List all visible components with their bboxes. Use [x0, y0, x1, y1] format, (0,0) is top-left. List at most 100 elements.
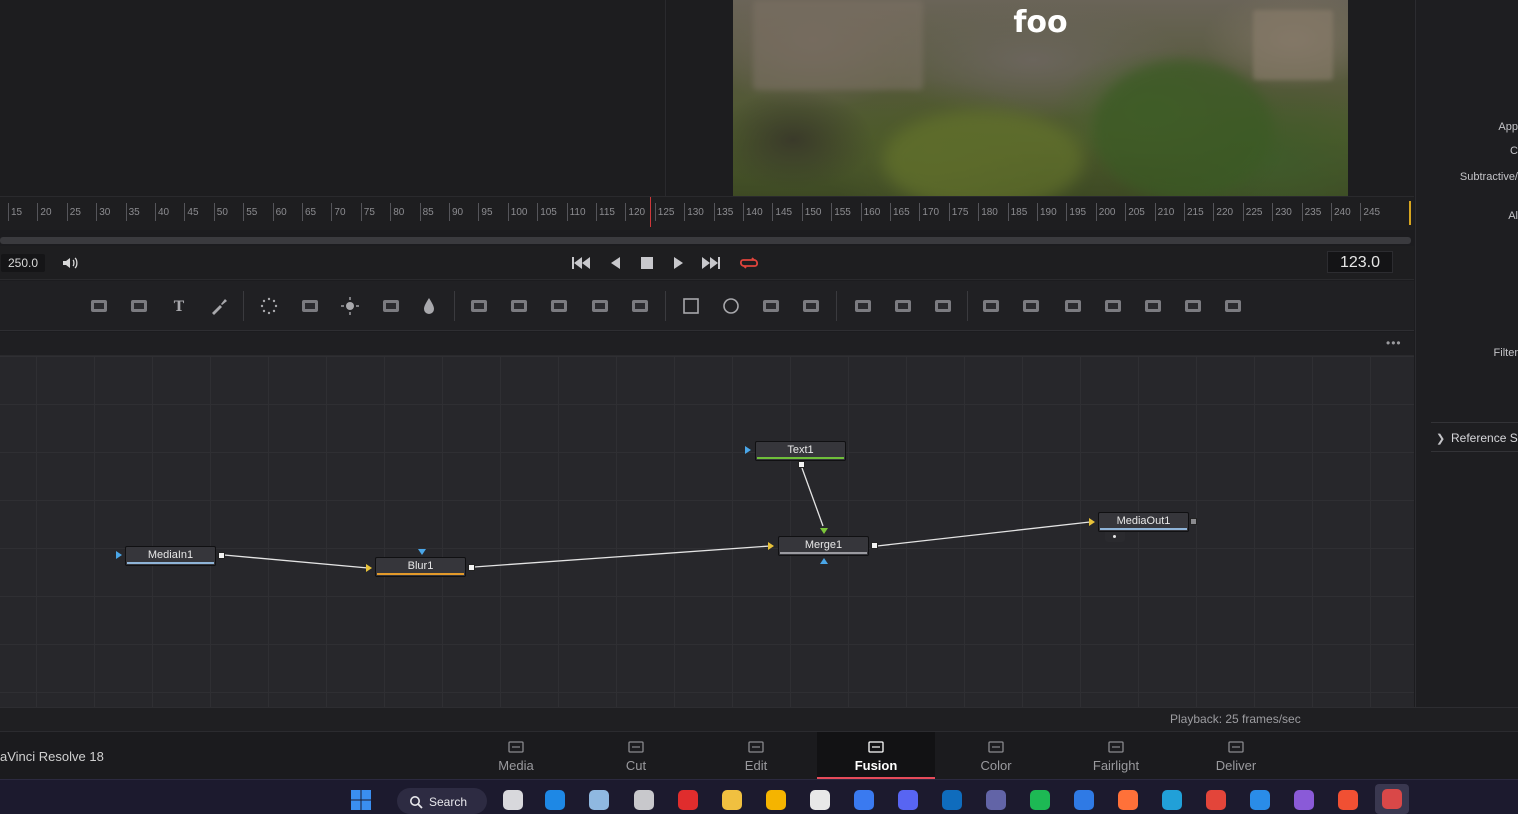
text1-node[interactable]: Text1 — [755, 441, 846, 461]
merge-3d-icon[interactable] — [1102, 295, 1124, 317]
current-frame-field[interactable]: 123.0 — [1327, 251, 1393, 273]
playhead[interactable] — [650, 197, 651, 227]
clock-app-icon[interactable] — [808, 789, 832, 811]
chrome-icon[interactable] — [1204, 789, 1228, 811]
viewer-indicator[interactable] — [1105, 532, 1125, 542]
merge-icon[interactable] — [508, 295, 530, 317]
color-corrector-icon[interactable] — [380, 295, 402, 317]
more-options-icon[interactable]: ••• — [1386, 337, 1406, 350]
particle-emitter-icon[interactable] — [852, 295, 874, 317]
end-frame-field[interactable]: 250.0 — [1, 254, 45, 272]
firefox-icon[interactable] — [1116, 789, 1140, 811]
time-ruler[interactable]: 15 20 25 30 35 40 45 50 55 60 65 70 75 80 85 90 95 100 105… — [0, 196, 1414, 230]
davinci-resolve-icon[interactable] — [1375, 784, 1409, 814]
stop-icon[interactable] — [636, 254, 658, 272]
background-icon[interactable] — [88, 295, 110, 317]
text1-node-bar — [757, 457, 844, 459]
page-tab-cut[interactable]: Cut — [577, 732, 695, 779]
outlook-icon[interactable] — [940, 789, 964, 811]
blur1-input-port[interactable] — [366, 564, 372, 572]
page-tab-media[interactable]: Media — [457, 732, 575, 779]
file-explorer-icon[interactable] — [764, 789, 788, 811]
page-tab-edit[interactable]: Edit — [697, 732, 815, 779]
right-viewer[interactable]: foo — [667, 0, 1414, 196]
photos-icon[interactable] — [587, 789, 611, 811]
node-editor[interactable]: Text1 MediaIn1 Blur1 Merge1 MediaOut1 — [0, 356, 1414, 707]
bspline-mask-icon[interactable] — [800, 295, 822, 317]
page-tab-fairlight[interactable]: Fairlight — [1057, 732, 1175, 779]
particles-icon[interactable] — [258, 295, 280, 317]
calendar-app-icon[interactable] — [852, 789, 876, 811]
blur1-node[interactable]: Blur1 — [375, 557, 466, 577]
paint-icon[interactable] — [208, 295, 230, 317]
edge-icon[interactable] — [1160, 789, 1184, 811]
git-app-icon[interactable] — [1336, 789, 1360, 811]
vscode-icon[interactable] — [1248, 789, 1272, 811]
text-icon[interactable]: T — [168, 295, 190, 317]
speaker-icon[interactable] — [60, 254, 80, 272]
ruler-tick — [1154, 203, 1156, 221]
status-bar: Playback: 25 frames/sec — [0, 707, 1518, 731]
left-viewer[interactable] — [0, 0, 666, 196]
l-app-icon[interactable] — [543, 789, 567, 811]
play-icon[interactable] — [667, 254, 689, 272]
taskbar-search[interactable]: Search — [397, 788, 487, 814]
teams-icon[interactable] — [984, 789, 1008, 811]
discord-icon[interactable] — [896, 789, 920, 811]
loop-icon[interactable] — [629, 295, 651, 317]
page-tab-deliver[interactable]: Deliver — [1177, 732, 1295, 779]
clipboard-app-icon[interactable] — [720, 789, 744, 811]
blur-drop-icon[interactable] — [418, 295, 440, 317]
merge1-mask-port[interactable] — [820, 558, 828, 564]
step-back-icon[interactable] — [605, 254, 627, 272]
spotify-icon[interactable] — [1028, 789, 1052, 811]
flash-app-icon[interactable] — [676, 789, 700, 811]
transform-icon[interactable] — [468, 295, 490, 317]
mediaout1-input-port[interactable] — [1089, 518, 1095, 526]
time-scrub-bar[interactable] — [0, 237, 1411, 244]
mediaout1-node[interactable]: MediaOut1 — [1098, 512, 1189, 532]
blur1-mask-port[interactable] — [418, 549, 426, 555]
text-3d-icon[interactable] — [1062, 295, 1084, 317]
go-to-start-icon[interactable] — [570, 254, 592, 272]
polygon-mask-icon[interactable] — [760, 295, 782, 317]
visual-studio-icon[interactable] — [1292, 789, 1316, 811]
obs-icon[interactable] — [632, 789, 656, 811]
image-plane-3d-icon[interactable] — [980, 295, 1002, 317]
reference-section[interactable]: ❯ Reference S — [1431, 422, 1518, 452]
todo-icon[interactable] — [1072, 789, 1096, 811]
start-icon[interactable] — [349, 789, 373, 811]
matte-control-icon[interactable] — [548, 295, 570, 317]
particle-render-icon[interactable] — [892, 295, 914, 317]
page-tab-color[interactable]: Color — [937, 732, 1055, 779]
merge1-output-port[interactable] — [871, 542, 878, 549]
mediain1-node[interactable]: MediaIn1 — [125, 546, 216, 566]
ruler-tick-label: 120 — [628, 207, 646, 218]
blur1-output-port[interactable] — [468, 564, 475, 571]
camera-3d-icon[interactable] — [1182, 295, 1204, 317]
page-tab-label: Media — [498, 758, 534, 773]
render-end-marker[interactable] — [1409, 201, 1411, 225]
light-3d-icon[interactable] — [1222, 295, 1244, 317]
color-curves-icon[interactable] — [299, 295, 321, 317]
ellipse-mask-icon[interactable] — [720, 295, 742, 317]
text1-output-port[interactable] — [798, 461, 805, 468]
renderer-3d-icon[interactable] — [1142, 295, 1164, 317]
mediain1-output-port[interactable] — [218, 552, 225, 559]
particle-style-icon[interactable] — [932, 295, 954, 317]
task-view-icon[interactable] — [501, 789, 525, 811]
fast-noise-icon[interactable] — [128, 295, 150, 317]
text1-input-port[interactable] — [745, 446, 751, 454]
brightness-contrast-icon[interactable] — [339, 295, 361, 317]
rectangle-mask-icon[interactable] — [680, 295, 702, 317]
resize-icon[interactable] — [589, 295, 611, 317]
mediain1-input-port[interactable] — [116, 551, 122, 559]
merge1-node[interactable]: Merge1 — [778, 536, 869, 556]
page-tab-fusion[interactable]: Fusion — [817, 732, 935, 779]
merge1-background-port[interactable] — [768, 542, 774, 550]
mediaout1-output-port[interactable] — [1190, 518, 1197, 525]
shape-3d-icon[interactable] — [1020, 295, 1042, 317]
loop-icon[interactable] — [738, 254, 760, 272]
merge1-foreground-port[interactable] — [820, 528, 828, 534]
go-to-end-icon[interactable] — [700, 254, 722, 272]
